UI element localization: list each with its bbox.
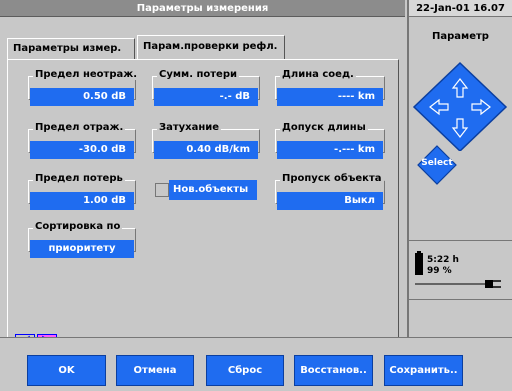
total-loss-label: Сумм. потери — [157, 69, 240, 80]
skip-object-field[interactable]: Выкл — [277, 192, 383, 210]
reflective-threshold-group: Предел отраж. -30.0 dB — [28, 122, 136, 159]
connection-length-field[interactable]: ---- km — [277, 88, 383, 106]
attenuation-label: Затухание — [157, 122, 222, 133]
length-tolerance-field[interactable]: -.--- km — [277, 141, 383, 159]
reflective-threshold-label: Предел отраж. — [33, 122, 126, 133]
select-button-label: Select — [421, 158, 453, 168]
attenuation-group: Затухание 0.40 dB/km — [152, 122, 260, 159]
total-loss-field[interactable]: -.- dB — [154, 88, 258, 106]
parameter-label: Параметр — [432, 31, 489, 42]
battery-icon — [415, 251, 423, 275]
datetime: 22-Jan-01 16.07 — [407, 0, 512, 17]
divider — [409, 240, 512, 241]
tab-measurement-params[interactable]: Параметры измер. — [7, 38, 135, 59]
length-tolerance-label: Допуск длины — [280, 122, 368, 133]
nonreflective-threshold-label: Предел неотраж. — [33, 69, 139, 80]
cancel-button[interactable]: Отмена — [116, 355, 194, 386]
ok-button[interactable]: OK — [27, 355, 106, 386]
total-loss-group: Сумм. потери -.- dB — [152, 69, 260, 106]
battery-time: 5:22 h — [427, 255, 459, 265]
skip-object-group: Пропуск объекта Выкл — [275, 173, 385, 210]
loss-threshold-group: Предел потерь 1.00 dB — [28, 173, 136, 210]
save-button[interactable]: Сохранить.. — [384, 355, 463, 386]
connection-length-label: Длина соед. — [280, 69, 356, 80]
restore-button[interactable]: Восстанов.. — [294, 355, 373, 386]
skip-object-label: Пропуск объекта — [280, 173, 384, 184]
tab-reflectometry-params[interactable]: Парам.проверки рефл. — [137, 35, 285, 59]
loss-threshold-label: Предел потерь — [33, 173, 125, 184]
new-objects-checkbox[interactable] — [155, 183, 169, 197]
connection-length-group: Длина соед. ---- km — [275, 69, 385, 106]
right-panel: Параметр Select 5:22 h 99 % — [407, 17, 512, 337]
new-objects-checkbox-row[interactable]: Нов.объекты — [151, 180, 259, 200]
sort-by-group: Сортировка по приоритету — [28, 221, 136, 258]
nonreflective-threshold-field[interactable]: 0.50 dB — [30, 88, 134, 106]
main-panel: Параметры измер. Парам.проверки рефл. Пр… — [0, 17, 405, 352]
sort-by-field[interactable]: приоритету — [30, 240, 134, 258]
battery-percent: 99 % — [427, 266, 452, 276]
sort-by-label: Сортировка по — [33, 221, 123, 232]
nonreflective-threshold-group: Предел неотраж. 0.50 dB — [28, 69, 139, 106]
new-objects-label[interactable]: Нов.объекты — [169, 180, 257, 200]
length-tolerance-group: Допуск длины -.--- km — [275, 122, 385, 159]
divider — [409, 299, 512, 300]
reset-button[interactable]: Сброс — [206, 355, 284, 386]
power-plug-icon — [415, 280, 501, 288]
reflective-threshold-field[interactable]: -30.0 dB — [30, 141, 134, 159]
select-button[interactable]: Select — [416, 144, 458, 186]
loss-threshold-field[interactable]: 1.00 dB — [30, 192, 134, 210]
button-bar: OK Отмена Сброс Восстанов.. Сохранить.. — [0, 337, 512, 391]
battery-status: 5:22 h 99 % — [409, 243, 512, 299]
window-title: Параметры измерения — [0, 0, 405, 17]
dpad-control[interactable] — [409, 59, 512, 151]
attenuation-field[interactable]: 0.40 dB/km — [154, 141, 258, 159]
